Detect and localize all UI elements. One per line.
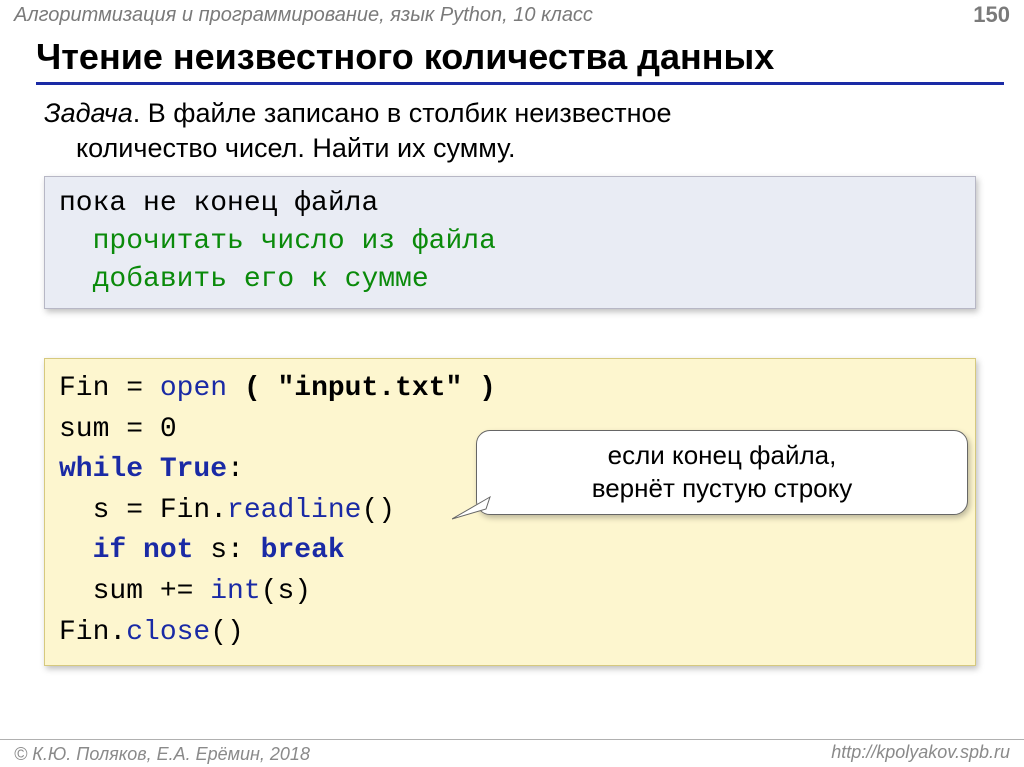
code-close-pre: Fin. — [59, 617, 126, 648]
code-paren2: () — [210, 617, 244, 648]
code-indent3 — [59, 576, 93, 607]
code-sum: sum — [59, 414, 109, 445]
task-label: Задача — [44, 98, 133, 128]
code-close: close — [126, 617, 210, 648]
code-readline: readline — [227, 495, 361, 526]
topbar: Алгоритмизация и программирование, язык … — [0, 0, 1024, 30]
code-eq1: = — [109, 373, 159, 404]
task-sep: . — [133, 98, 148, 128]
footer-url: http://kpolyakov.spb.ru — [831, 742, 1010, 763]
code-sum-pluseq: sum += — [93, 576, 211, 607]
callout-line1: если конец файла, — [487, 439, 957, 472]
code-colon: : — [227, 454, 244, 485]
code-true: True — [143, 454, 227, 485]
code-if: if not — [93, 535, 194, 566]
task-text: Задача. В файле записано в столбик неизв… — [44, 96, 994, 165]
code-eq2: = — [109, 414, 159, 445]
code-fin: Fin — [59, 373, 109, 404]
task-line1: В файле записано в столбик неизвестное — [148, 98, 672, 128]
code-int: int — [210, 576, 260, 607]
footer: © К.Ю. Поляков, Е.А. Ерёмин, 2018 http:/… — [0, 739, 1024, 767]
code-int-arg: (s) — [261, 576, 311, 607]
callout-line2: вернёт пустую строку — [487, 472, 957, 505]
code-indent1 — [59, 495, 93, 526]
slide-title: Чтение неизвестного количества данных — [36, 38, 1004, 85]
code-open: open — [160, 373, 227, 404]
footer-copyright: © К.Ю. Поляков, Е.А. Ерёмин, 2018 — [14, 744, 310, 764]
page-number: 150 — [973, 2, 1010, 28]
callout-box: если конец файла, вернёт пустую строку — [476, 430, 968, 515]
code-break: break — [261, 535, 345, 566]
code-s-assign: s = Fin. — [93, 495, 227, 526]
pseudocode-box: пока не конец файла прочитать число из ф… — [44, 176, 976, 309]
code-if-rest: s: — [193, 535, 260, 566]
task-line2: количество чисел. Найти их сумму. — [44, 131, 994, 166]
code-indent2 — [59, 535, 93, 566]
slide: Алгоритмизация и программирование, язык … — [0, 0, 1024, 767]
code-while: while — [59, 454, 143, 485]
code-paren1: () — [361, 495, 395, 526]
pseudo-l2: прочитать число из файла — [59, 226, 496, 257]
code-open-args: ( "input.txt" ) — [227, 373, 496, 404]
code-zero: 0 — [160, 414, 177, 445]
breadcrumb: Алгоритмизация и программирование, язык … — [14, 4, 593, 26]
pseudo-l3: добавить его к сумме — [59, 264, 429, 295]
pseudo-l1: пока не конец файла — [59, 188, 378, 219]
